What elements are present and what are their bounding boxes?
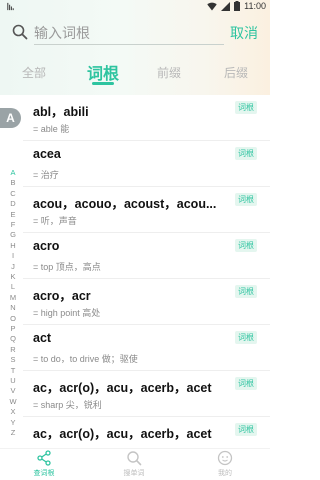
entry-meaning: = high point 高处: [33, 308, 101, 318]
cancel-button[interactable]: 取消: [230, 23, 258, 43]
alphabet-letter[interactable]: W: [7, 397, 19, 407]
list-item[interactable]: acro，acr = high point 高处 词根: [23, 279, 270, 325]
nav-label: 搜单词: [123, 470, 145, 477]
alphabet-letter[interactable]: E: [7, 210, 19, 220]
alphabet-letter[interactable]: S: [7, 355, 19, 365]
nav-label: 我的: [218, 470, 232, 477]
alphabet-letter[interactable]: O: [7, 314, 19, 324]
type-badge: 词根: [235, 193, 257, 206]
entry-word: act: [33, 331, 52, 345]
share-nodes-icon: [37, 450, 51, 466]
list-item[interactable]: acou，acouo，acoust，acou... = 听，声音 词根: [23, 187, 270, 233]
tab-prefixes[interactable]: 前缀: [157, 64, 181, 81]
nav-item-roots[interactable]: 查词根: [14, 450, 74, 480]
search-input[interactable]: [34, 21, 224, 45]
tab-all[interactable]: 全部: [22, 64, 46, 81]
entry-word: acea: [33, 147, 61, 161]
alphabet-letter[interactable]: J: [7, 262, 19, 272]
alphabet-letter[interactable]: I: [7, 251, 19, 261]
alphabet-letter[interactable]: N: [7, 303, 19, 313]
entry-meaning: = to do，to drive 做；驱使: [33, 354, 138, 364]
entry-word: acro: [33, 239, 60, 253]
tab-suffixes[interactable]: 后缀: [224, 64, 248, 81]
status-time: 11:00: [244, 1, 266, 11]
battery-icon: [234, 1, 241, 11]
alphabet-letter[interactable]: G: [7, 230, 19, 240]
face-icon: [217, 450, 233, 466]
list-item[interactable]: acro = top 顶点，高点 词根: [23, 233, 270, 279]
category-tabs: 全部 词根 前缀 后缀: [0, 60, 270, 86]
search-icon: [12, 24, 28, 40]
entry-word: acro，acr: [33, 289, 91, 303]
nav-item-search-words[interactable]: 搜单词: [104, 450, 164, 480]
status-bar: 11:00: [0, 0, 270, 14]
entry-word: abl，abili: [33, 105, 89, 119]
alphabet-letter[interactable]: T: [7, 366, 19, 376]
entry-meaning: = sharp 尖，锐利: [33, 400, 102, 410]
list-item[interactable]: acea = 治疗 词根: [23, 141, 270, 187]
alphabet-letter[interactable]: Y: [7, 418, 19, 428]
type-badge: 词根: [235, 239, 257, 252]
alphabet-letter[interactable]: U: [7, 376, 19, 386]
nav-label: 查词根: [33, 470, 55, 477]
search-bar: 取消: [0, 18, 270, 50]
alphabet-letter[interactable]: L: [7, 282, 19, 292]
type-badge: 词根: [235, 101, 257, 114]
type-badge: 词根: [235, 285, 257, 298]
list-item[interactable]: ac，acr(o)，acu，acerb，acet 词根: [23, 417, 270, 448]
alphabet-letter[interactable]: K: [7, 272, 19, 282]
alphabet-letter[interactable]: H: [7, 241, 19, 251]
alphabet-letter[interactable]: X: [7, 407, 19, 417]
type-badge: 词根: [235, 331, 257, 344]
entry-meaning: = top 顶点，高点: [33, 262, 101, 272]
type-badge: 词根: [235, 377, 257, 390]
entry-word: ac，acr(o)，acu，acerb，acet: [33, 381, 212, 395]
alphabet-letter[interactable]: D: [7, 199, 19, 209]
alphabet-letter[interactable]: R: [7, 345, 19, 355]
alphabet-letter[interactable]: F: [7, 220, 19, 230]
entry-meaning: = able 能: [33, 124, 70, 134]
type-badge: 词根: [235, 423, 257, 436]
entry-word: ac，acr(o)，acu，acerb，acet: [33, 427, 212, 441]
alphabet-letter[interactable]: A: [7, 168, 19, 178]
signal-icon: [221, 1, 231, 11]
wifi-icon: [207, 2, 217, 10]
active-tab-indicator: [92, 82, 114, 85]
alphabet-letter[interactable]: Z: [7, 428, 19, 438]
alphabet-letter[interactable]: M: [7, 293, 19, 303]
alphabet-letter[interactable]: B: [7, 178, 19, 188]
nav-item-profile[interactable]: 我的: [195, 450, 255, 480]
bottom-nav: 查词根 搜单词 我的: [0, 448, 270, 480]
entry-word: acou，acouo，acoust，acou...: [33, 197, 217, 211]
entry-meaning: = 治疗: [33, 170, 59, 180]
alphabet-letter[interactable]: P: [7, 324, 19, 334]
alphabet-letter[interactable]: Q: [7, 334, 19, 344]
list-item[interactable]: abl，abili = able 能 词根: [23, 95, 270, 141]
alphabet-letter[interactable]: V: [7, 386, 19, 396]
list-item[interactable]: ac，acr(o)，acu，acerb，acet = sharp 尖，锐利 词根: [23, 371, 270, 417]
alphabet-letter[interactable]: C: [7, 189, 19, 199]
type-badge: 词根: [235, 147, 257, 160]
search-icon: [127, 451, 142, 466]
list-item[interactable]: act = to do，to drive 做；驱使 词根: [23, 325, 270, 371]
alphabet-index[interactable]: ABCDEFGHIJKLMNOPQRSTUVWXYZ: [7, 168, 19, 440]
entry-meaning: = 听，声音: [33, 216, 77, 226]
root-list[interactable]: A abl，abili = able 能 词根 acea = 治疗 词根 aco…: [0, 95, 270, 448]
notification-icon: [7, 2, 14, 11]
section-header: A: [0, 108, 21, 128]
tab-roots[interactable]: 词根: [87, 60, 119, 84]
